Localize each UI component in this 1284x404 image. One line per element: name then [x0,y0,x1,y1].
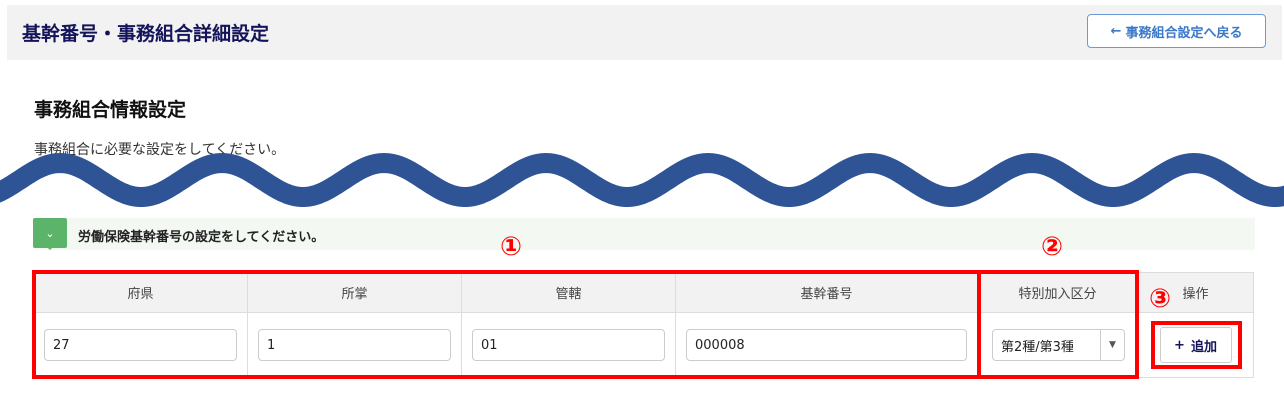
page-title: 基幹番号・事務組合詳細設定 [22,23,270,45]
notice-banner: ⌄ 労働保険基幹番号の設定をしてください。 [33,218,1255,250]
annotation-2: ② [1041,232,1064,262]
wave-divider [0,152,1284,207]
section-title: 事務組合情報設定 [34,99,187,121]
highlight-box-1 [32,270,981,379]
notice-text: 労働保険基幹番号の設定をしてください。 [78,230,325,245]
arrow-left-icon: ← [1110,23,1122,39]
highlight-box-3 [1151,321,1242,369]
annotation-3: ③ [1149,284,1172,314]
back-button-label: 事務組合設定へ戻る [1125,25,1243,41]
chevron-down-icon[interactable]: ⌄ [33,218,67,250]
back-to-union-settings-button[interactable]: ← 事務組合設定へ戻る [1087,14,1266,48]
page-header: 基幹番号・事務組合詳細設定 ← 事務組合設定へ戻る [7,5,1282,60]
annotation-1: ① [500,232,523,262]
highlight-box-2 [977,270,1139,379]
